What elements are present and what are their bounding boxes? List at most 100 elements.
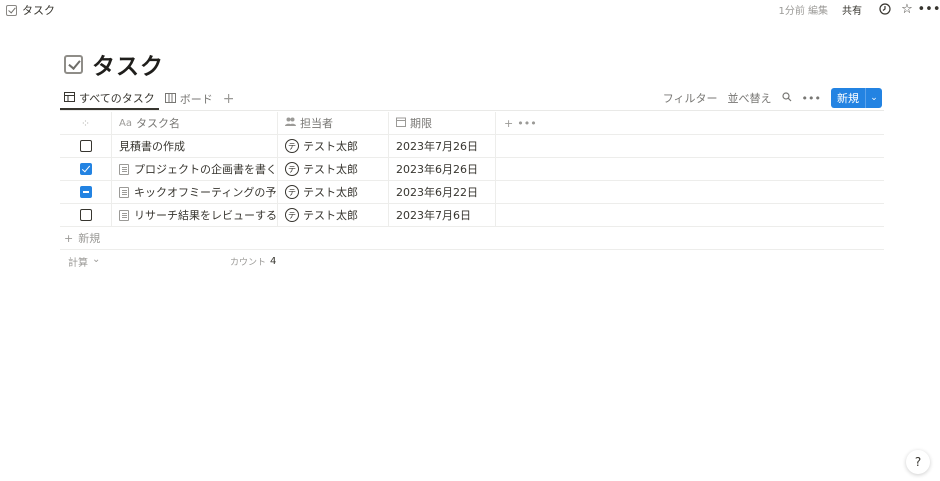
page-checkbox-icon[interactable] xyxy=(64,54,83,74)
table-icon xyxy=(64,91,75,105)
status-cell[interactable] xyxy=(60,135,112,157)
calculate-button[interactable]: 計算 ⌄ xyxy=(60,254,230,269)
assignee-cell[interactable]: テ テスト太郎 xyxy=(278,135,389,157)
plus-icon: + xyxy=(64,231,74,245)
assignee-name: テスト太郎 xyxy=(303,163,358,176)
calculate-label: 計算 xyxy=(68,257,88,269)
page-header: タスク xyxy=(64,47,164,81)
search-icon[interactable] xyxy=(781,91,792,105)
clock-icon[interactable] xyxy=(874,0,896,18)
tab-label: すべてのタスク xyxy=(79,92,155,105)
status-cell[interactable] xyxy=(60,204,112,226)
column-header-name[interactable]: Aa タスク名 xyxy=(112,112,278,134)
people-icon xyxy=(285,117,296,129)
due-date: 2023年6月26日 xyxy=(396,163,478,176)
toolbar: フィルター 並べ替え ••• 新規 ⌄ xyxy=(653,88,882,108)
assignee-name: テスト太郎 xyxy=(303,186,358,199)
name-cell[interactable]: リサーチ結果をレビューする xyxy=(112,204,278,226)
more-icon[interactable]: ••• xyxy=(918,0,940,18)
task-name: キックオフミーティングの予定を調整 xyxy=(134,186,277,199)
due-cell[interactable]: 2023年7月6日 xyxy=(389,204,496,226)
due-cell[interactable]: 2023年6月26日 xyxy=(389,158,496,180)
due-date: 2023年7月6日 xyxy=(396,209,471,222)
document-icon xyxy=(119,209,129,221)
status-cell[interactable] xyxy=(60,158,112,180)
sort-button[interactable]: 並べ替え xyxy=(728,90,772,106)
last-edited-text: 1分前 編集 xyxy=(778,5,828,17)
table-row[interactable]: 見積書の作成 テ テスト太郎 2023年7月26日 xyxy=(60,135,884,158)
tab-label: ボード xyxy=(179,93,213,106)
column-header-assignee[interactable]: 担当者 xyxy=(278,112,389,134)
page-title[interactable]: タスク xyxy=(92,47,164,81)
document-icon xyxy=(119,186,129,198)
due-cell[interactable]: 2023年6月22日 xyxy=(389,181,496,203)
tab-all-tasks[interactable]: すべてのタスク xyxy=(60,88,159,110)
chevron-down-icon[interactable]: ⌄ xyxy=(866,88,882,108)
name-cell[interactable]: プロジェクトの企画書を書く xyxy=(112,158,278,180)
empty-cell xyxy=(496,158,884,180)
assignee-cell[interactable]: テ テスト太郎 xyxy=(278,158,389,180)
empty-cell xyxy=(496,204,884,226)
column-header-due[interactable]: 期限 xyxy=(389,112,496,134)
more-options-icon[interactable]: ••• xyxy=(802,92,821,105)
status-checkbox[interactable] xyxy=(79,140,92,152)
empty-cell xyxy=(496,135,884,157)
table-row[interactable]: キックオフミーティングの予定を調整 テ テスト太郎 2023年6月22日 xyxy=(60,181,884,204)
new-button-label[interactable]: 新規 xyxy=(831,88,865,108)
empty-cell xyxy=(496,181,884,203)
add-row-button[interactable]: + 新規 xyxy=(60,227,884,250)
top-bar: タスク 1分前 編集 共有 ☆ ••• xyxy=(0,0,940,18)
table-header-row: ⁘ Aa タスク名 担当者 期限 + ••• xyxy=(60,112,884,135)
text-type-icon: Aa xyxy=(119,117,132,129)
due-cell[interactable]: 2023年7月26日 xyxy=(389,135,496,157)
new-row-label: 新規 xyxy=(78,232,101,245)
divider xyxy=(60,110,884,111)
star-icon[interactable]: ☆ xyxy=(896,0,918,18)
chevron-down-icon: ⌄ xyxy=(92,253,101,265)
name-cell[interactable]: キックオフミーティングの予定を調整 xyxy=(112,181,278,203)
tab-board[interactable]: ボード xyxy=(161,88,217,110)
add-column-icon[interactable]: + xyxy=(504,117,513,130)
count-value: 4 xyxy=(270,255,277,267)
view-tabs: すべてのタスク ボード + xyxy=(60,88,235,110)
avatar: テ xyxy=(285,162,299,176)
status-cell[interactable] xyxy=(60,181,112,203)
task-name: 見積書の作成 xyxy=(119,140,185,153)
status-checkbox-partial[interactable] xyxy=(79,186,92,198)
assignee-cell[interactable]: テ テスト太郎 xyxy=(278,204,389,226)
checkbox-page-icon xyxy=(6,4,17,16)
header-check-cell: ⁘ xyxy=(60,112,112,134)
assignee-name: テスト太郎 xyxy=(303,209,358,222)
status-checkbox[interactable] xyxy=(79,209,92,221)
count-label[interactable]: カウント xyxy=(230,255,266,268)
avatar: テ xyxy=(285,185,299,199)
status-checkbox-checked[interactable] xyxy=(79,163,92,175)
avatar: テ xyxy=(285,139,299,153)
due-date: 2023年6月22日 xyxy=(396,186,478,199)
share-button[interactable]: 共有 xyxy=(842,2,862,17)
more-columns-icon[interactable]: ••• xyxy=(517,117,536,130)
new-button[interactable]: 新規 ⌄ xyxy=(831,88,882,108)
breadcrumb-title: タスク xyxy=(22,4,55,17)
due-date: 2023年7月26日 xyxy=(396,140,478,153)
table-row[interactable]: リサーチ結果をレビューする テ テスト太郎 2023年7月6日 xyxy=(60,204,884,227)
assignee-cell[interactable]: テ テスト太郎 xyxy=(278,181,389,203)
column-header-label: 担当者 xyxy=(300,117,333,130)
task-table: ⁘ Aa タスク名 担当者 期限 + ••• 見積書の作成 テ テスト太郎 20… xyxy=(60,112,884,272)
avatar: テ xyxy=(285,208,299,222)
table-row[interactable]: プロジェクトの企画書を書く テ テスト太郎 2023年6月26日 xyxy=(60,158,884,181)
breadcrumb[interactable]: タスク xyxy=(6,2,55,18)
column-header-label: 期限 xyxy=(410,117,432,130)
calendar-icon xyxy=(396,117,406,130)
task-name: リサーチ結果をレビューする xyxy=(134,209,277,222)
loading-icon: ⁘ xyxy=(80,116,91,130)
assignee-name: テスト太郎 xyxy=(303,140,358,153)
calculation-row: 計算 ⌄ カウント 4 xyxy=(60,250,884,272)
add-view-button[interactable]: + xyxy=(223,91,235,107)
column-header-label: タスク名 xyxy=(135,117,180,130)
name-cell[interactable]: 見積書の作成 xyxy=(112,135,278,157)
board-icon xyxy=(164,92,176,106)
header-rest: + ••• xyxy=(496,112,884,134)
filter-button[interactable]: フィルター xyxy=(663,90,718,106)
help-button[interactable]: ? xyxy=(906,450,930,474)
